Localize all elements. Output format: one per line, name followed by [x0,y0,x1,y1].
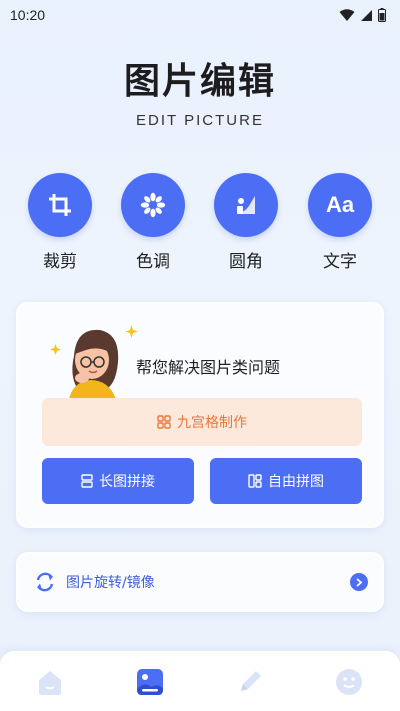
page-subtitle: EDIT PICTURE [136,112,264,129]
tab-profile[interactable] [334,667,364,697]
tool-text-button[interactable]: Aa [308,173,372,237]
rotate-mirror-label: 图片旋转/镜像 [66,575,155,591]
bottom-tab-bar [0,651,400,711]
page-title: 图片编辑 [123,61,276,102]
tool-crop[interactable]: 裁剪 [20,173,100,272]
free-collage-label: 自由拼图 [268,474,324,490]
feature-card: 帮您解决图片类问题 九宫格制作 长图拼接 自由拼图 [16,302,384,528]
tab-image-edit[interactable] [135,667,165,697]
long-image-stitch-button[interactable]: 长图拼接 [42,458,194,504]
card-heading: 帮您解决图片类问题 [136,358,281,377]
long-image-icon [81,474,93,488]
home-icon [39,671,61,695]
crop-icon [49,194,71,216]
collage-icon [248,474,262,488]
tool-rounded-button[interactable] [214,173,278,237]
image-icon [137,669,163,695]
tool-crop-button[interactable] [28,173,92,237]
tool-row: 裁剪 色调 圆角 Aa 文字 [0,173,400,273]
grid-maker-button[interactable]: 九宫格制作 [42,398,362,446]
grid-icon [157,415,171,429]
status-bar: 10:20 [0,0,400,30]
tool-rounded-label: 圆角 [229,252,263,272]
signal-icon [361,9,372,21]
tool-text-label: 文字 [323,252,357,272]
tone-icon [140,192,166,218]
tool-crop-label: 裁剪 [43,252,77,272]
tool-text[interactable]: Aa 文字 [300,173,380,272]
mascot-illustration [50,325,138,406]
tab-home[interactable] [35,667,65,697]
tool-tone-button[interactable] [121,173,185,237]
status-time: 10:20 [10,7,46,23]
text-icon: Aa [325,192,355,217]
grid-maker-label: 九宫格制作 [177,415,247,431]
tool-tone[interactable]: 色调 [113,173,193,272]
smile-icon [336,669,362,695]
tab-draw[interactable] [235,667,265,697]
long-image-stitch-label: 长图拼接 [99,474,155,490]
tool-rounded[interactable]: 圆角 [206,173,286,272]
chevron-right-icon [350,573,368,591]
rotate-icon [36,572,54,592]
tool-tone-label: 色调 [136,252,170,272]
rotate-mirror-row[interactable]: 图片旋转/镜像 [16,552,384,612]
pen-icon [241,671,261,691]
wifi-icon [339,8,355,21]
rounded-corner-icon [237,196,255,214]
free-collage-button[interactable]: 自由拼图 [210,458,362,504]
status-icons [339,8,386,22]
battery-icon [378,8,386,22]
